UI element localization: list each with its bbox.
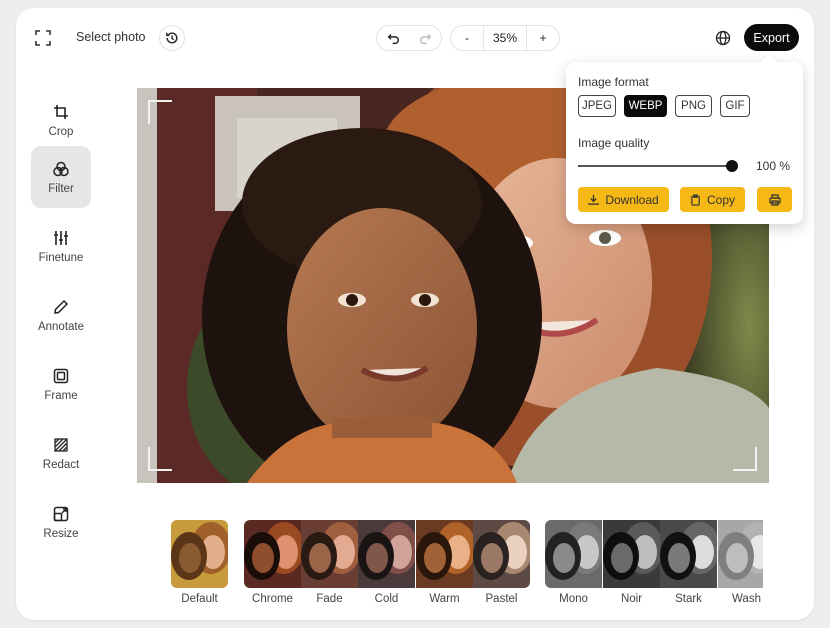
sidebar-item-label: Redact bbox=[42, 459, 80, 471]
filter-thumb-mono[interactable] bbox=[545, 520, 602, 588]
export-button[interactable]: Export bbox=[744, 24, 799, 51]
sidebar-item-label: Annotate bbox=[37, 321, 85, 333]
filter-thumb-chrome[interactable] bbox=[244, 520, 301, 588]
image-quality-label: Image quality bbox=[578, 136, 650, 150]
zoom-out-button[interactable]: - bbox=[451, 26, 483, 50]
filter-thumb-stark[interactable] bbox=[660, 520, 717, 588]
filter-label-noir: Noir bbox=[620, 593, 643, 605]
download-button[interactable]: Download bbox=[578, 187, 669, 212]
filter-thumb-noir[interactable] bbox=[603, 520, 660, 588]
sidebar-item-crop[interactable]: Crop bbox=[31, 89, 91, 151]
filter-label-warm: Warm bbox=[429, 593, 460, 605]
frame-icon bbox=[53, 366, 69, 386]
format-gif-button[interactable]: GIF bbox=[720, 95, 750, 117]
crop-icon bbox=[53, 102, 69, 122]
filter-label-default: Default bbox=[181, 593, 218, 605]
filter-label-cold: Cold bbox=[374, 593, 399, 605]
resize-icon bbox=[53, 504, 69, 524]
print-button[interactable] bbox=[757, 187, 792, 212]
download-icon bbox=[588, 194, 600, 205]
sidebar-item-label: Filter bbox=[48, 183, 74, 195]
export-panel: Image format JPEG WEBP PNG GIF Image qua… bbox=[566, 53, 803, 224]
history-icon[interactable] bbox=[159, 25, 185, 51]
filter-thumb-pastel[interactable] bbox=[473, 520, 530, 588]
quality-slider-track[interactable] bbox=[578, 165, 732, 167]
download-label: Download bbox=[605, 192, 659, 207]
format-png-button[interactable]: PNG bbox=[675, 95, 712, 117]
copy-button[interactable]: Copy bbox=[680, 187, 745, 212]
image-format-label: Image format bbox=[578, 75, 649, 89]
format-webp-button[interactable]: WEBP bbox=[624, 95, 667, 117]
crop-corner-top-left[interactable] bbox=[148, 100, 172, 124]
print-icon bbox=[768, 193, 781, 206]
sidebar-item-resize[interactable]: Resize bbox=[31, 491, 91, 553]
filter-label-mono: Mono bbox=[559, 593, 588, 605]
sidebar-item-redact[interactable]: Redact bbox=[31, 422, 91, 484]
pencil-icon bbox=[53, 297, 69, 317]
quality-slider-thumb[interactable] bbox=[726, 160, 738, 172]
sidebar-item-label: Crop bbox=[48, 126, 74, 138]
filter-label-pastel: Pastel bbox=[485, 593, 518, 605]
globe-icon[interactable] bbox=[711, 26, 735, 50]
crop-corner-bottom-right[interactable] bbox=[733, 447, 757, 471]
sidebar-item-annotate[interactable]: Annotate bbox=[31, 284, 91, 346]
redact-icon bbox=[53, 435, 69, 455]
sidebar-item-label: Resize bbox=[43, 528, 79, 540]
zoom-control: - 35% + bbox=[450, 25, 560, 51]
filter-thumb-cold[interactable] bbox=[358, 520, 415, 588]
filter-thumb-wash[interactable] bbox=[718, 520, 763, 588]
filter-thumb-default[interactable] bbox=[171, 520, 228, 588]
zoom-in-button[interactable]: + bbox=[527, 26, 559, 50]
crop-corner-bottom-left[interactable] bbox=[148, 447, 172, 471]
undo-icon[interactable] bbox=[377, 26, 409, 50]
copy-label: Copy bbox=[706, 192, 735, 207]
quality-value: 100 % bbox=[756, 159, 791, 173]
format-jpeg-button[interactable]: JPEG bbox=[578, 95, 616, 117]
filter-label-stark: Stark bbox=[675, 593, 702, 605]
filter-label-fade: Fade bbox=[316, 593, 343, 605]
filter-label-chrome: Chrome bbox=[252, 593, 293, 605]
sidebar-item-finetune[interactable]: Finetune bbox=[31, 215, 91, 277]
filter-thumb-warm[interactable] bbox=[416, 520, 473, 588]
select-photo-button[interactable]: Select photo bbox=[76, 30, 146, 44]
filter-thumb-fade[interactable] bbox=[301, 520, 358, 588]
filter-icon bbox=[52, 159, 70, 179]
sidebar-item-frame[interactable]: Frame bbox=[31, 353, 91, 415]
clipboard-icon bbox=[691, 193, 700, 206]
zoom-level[interactable]: 35% bbox=[483, 26, 527, 50]
filter-label-wash: Wash bbox=[732, 593, 761, 605]
undo-redo-group bbox=[376, 25, 442, 51]
fullscreen-icon[interactable] bbox=[32, 27, 54, 49]
sidebar-item-filter[interactable]: Filter bbox=[31, 146, 91, 208]
sidebar-item-label: Finetune bbox=[38, 252, 84, 264]
sidebar-item-label: Frame bbox=[44, 390, 78, 402]
redo-icon[interactable] bbox=[409, 26, 441, 50]
sliders-icon bbox=[53, 228, 69, 248]
